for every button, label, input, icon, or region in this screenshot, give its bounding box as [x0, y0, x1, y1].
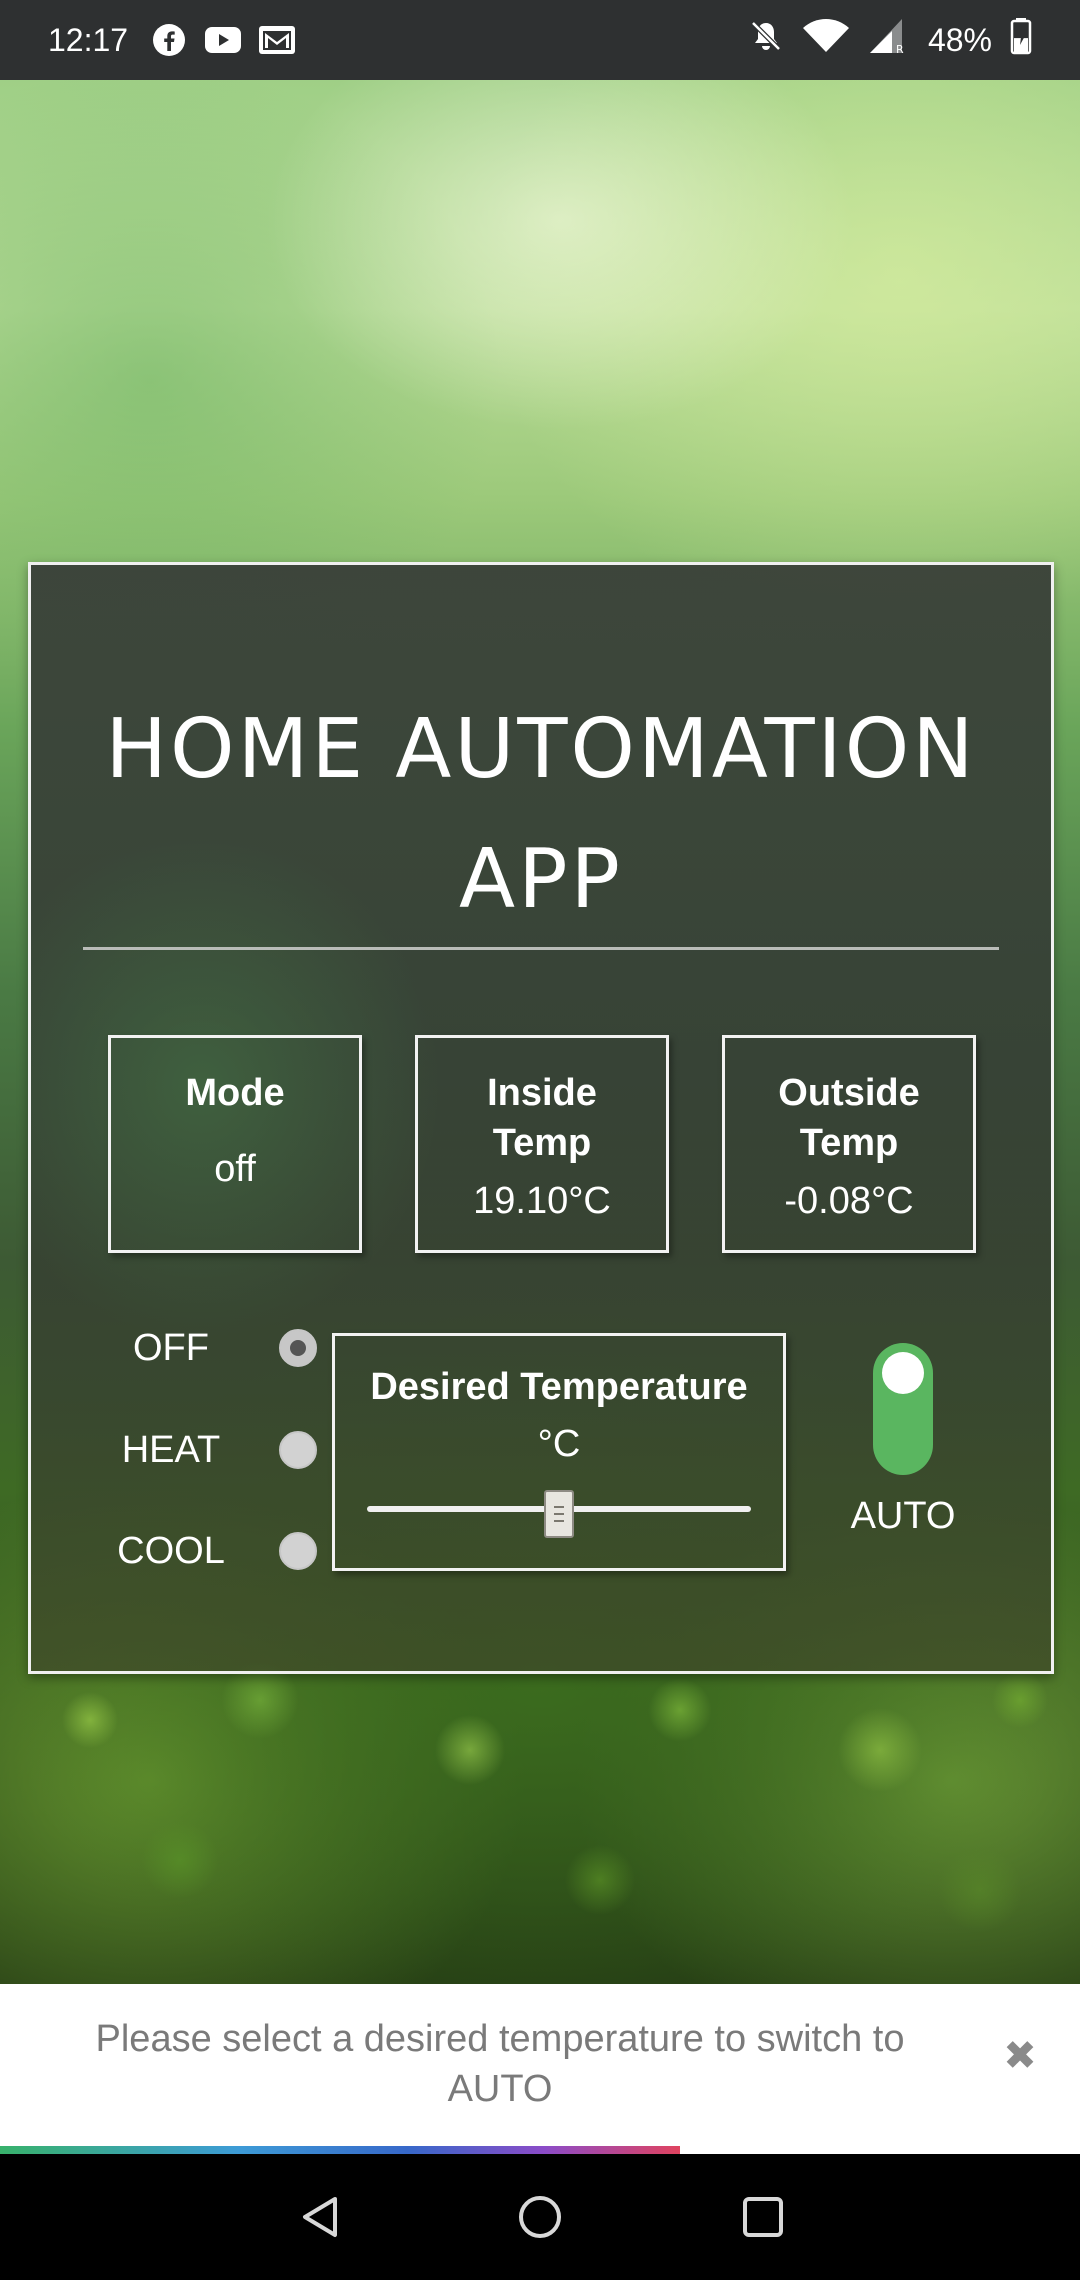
recents-icon[interactable] [738, 2192, 788, 2242]
outside-temp-label: Outside Temp [725, 1038, 973, 1168]
inside-temp-card: Inside Temp 19.10°C [415, 1035, 669, 1253]
toast-notification: Please select a desired temperature to s… [0, 1984, 1080, 2154]
toast-message: Please select a desired temperature to s… [95, 2018, 905, 2110]
navigation-bar [0, 2154, 1080, 2280]
mode-option-heat-radio[interactable] [279, 1431, 317, 1469]
auto-toggle-knob[interactable] [882, 1352, 924, 1394]
app-title-line-2: APP [459, 832, 623, 927]
auto-label: AUTO [850, 1495, 956, 1537]
desired-temperature-slider-thumb[interactable] [544, 1490, 574, 1538]
mode-value: off [214, 1148, 256, 1190]
youtube-icon [204, 21, 242, 59]
signal-icon: R [868, 17, 906, 63]
title-divider [83, 947, 999, 950]
toast-progress-bar [0, 2146, 681, 2154]
svg-text:R: R [896, 43, 904, 55]
home-icon[interactable] [515, 2192, 565, 2242]
wifi-icon [802, 18, 850, 62]
desired-temperature-label: Desired Temperature [370, 1366, 748, 1408]
desired-temperature-unit: °C [537, 1423, 581, 1465]
inside-temp-label-line-1: Inside [487, 1072, 597, 1114]
mode-card: Mode off [108, 1035, 362, 1253]
app-title: HOME AUTOMATION APP [31, 685, 1051, 945]
mode-option-cool-radio[interactable] [279, 1532, 317, 1570]
moss-foreground [0, 1640, 1080, 1985]
app-title-line-1: HOME AUTOMATION [105, 702, 977, 797]
app-panel: HOME AUTOMATION APP Mode off Inside Temp… [28, 562, 1054, 1674]
outside-temp-value: -0.08°C [784, 1180, 914, 1222]
outside-temp-label-line-2: Temp [799, 1122, 899, 1164]
mode-option-off-radio[interactable] [279, 1329, 317, 1367]
outside-temp-label-line-1: Outside [778, 1072, 920, 1114]
back-icon[interactable] [295, 2192, 345, 2242]
inside-temp-value: 19.10°C [473, 1180, 611, 1222]
desired-temperature-card: Desired Temperature °C [332, 1333, 786, 1571]
status-time: 12:17 [48, 21, 129, 58]
mode-label: Mode [185, 1072, 285, 1114]
do-not-disturb-bell-icon [748, 18, 784, 62]
mode-option-heat[interactable]: HEAT [111, 1420, 317, 1480]
mode-option-heat-label: HEAT [121, 1428, 221, 1471]
outside-temp-card: Outside Temp -0.08°C [722, 1035, 976, 1253]
status-bar: 12:17 R 48% [0, 0, 1080, 80]
auto-toggle[interactable] [873, 1343, 933, 1475]
mode-option-cool[interactable]: COOL [111, 1521, 317, 1581]
mode-option-off[interactable]: OFF [111, 1318, 317, 1378]
close-icon[interactable]: ✖ [1000, 2036, 1040, 2076]
inside-temp-label-line-2: Temp [492, 1122, 592, 1164]
facebook-icon [150, 21, 188, 59]
gmail-icon [258, 21, 296, 59]
mode-option-off-label: OFF [133, 1326, 209, 1369]
battery-percent: 48% [927, 21, 992, 58]
inside-temp-label: Inside Temp [418, 1038, 666, 1168]
mode-option-cool-label: COOL [117, 1529, 225, 1572]
battery-icon [1010, 17, 1032, 63]
